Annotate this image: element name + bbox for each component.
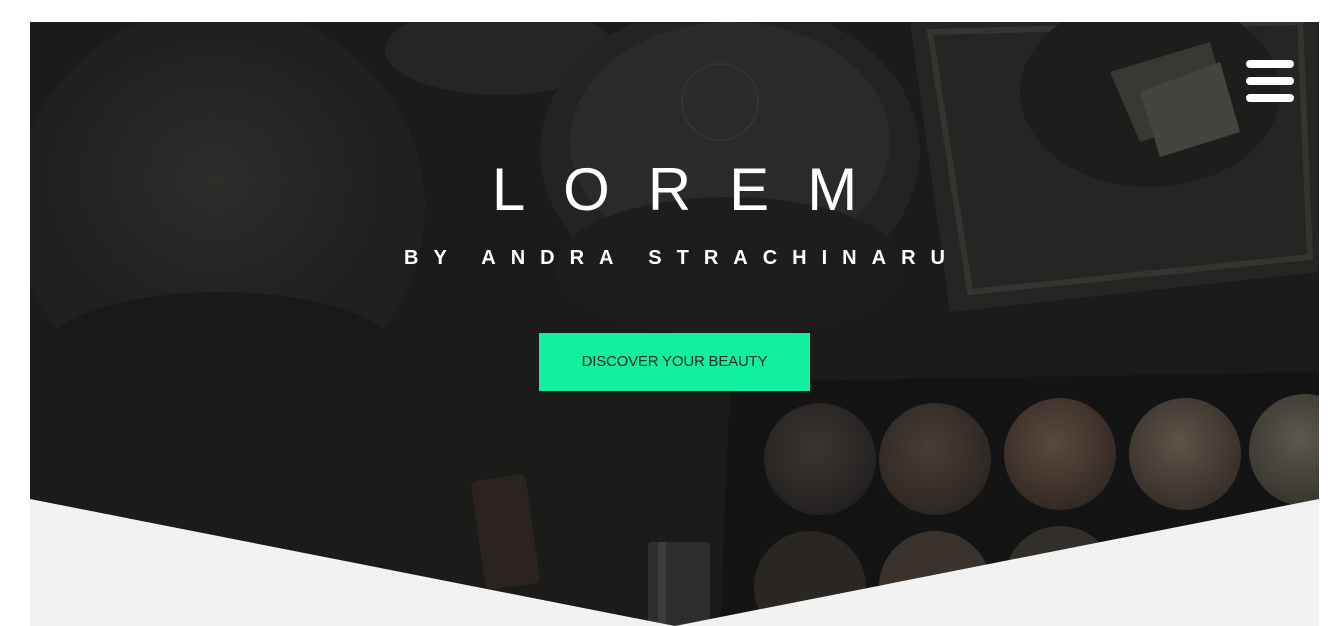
- hamburger-menu-icon[interactable]: [1243, 58, 1295, 104]
- menu-bar: [1246, 60, 1294, 68]
- page: LOREM BY ANDRA STRACHINARU DISCOVER YOUR…: [0, 0, 1342, 626]
- hero-content: LOREM BY ANDRA STRACHINARU DISCOVER YOUR…: [30, 22, 1319, 626]
- menu-bar: [1246, 94, 1294, 102]
- discover-beauty-button[interactable]: DISCOVER YOUR BEAUTY: [539, 333, 810, 391]
- hero-subtitle: BY ANDRA STRACHINARU: [404, 247, 960, 269]
- hero-title: LOREM: [491, 156, 896, 223]
- menu-bar: [1246, 77, 1294, 85]
- hero-section: LOREM BY ANDRA STRACHINARU DISCOVER YOUR…: [30, 22, 1319, 626]
